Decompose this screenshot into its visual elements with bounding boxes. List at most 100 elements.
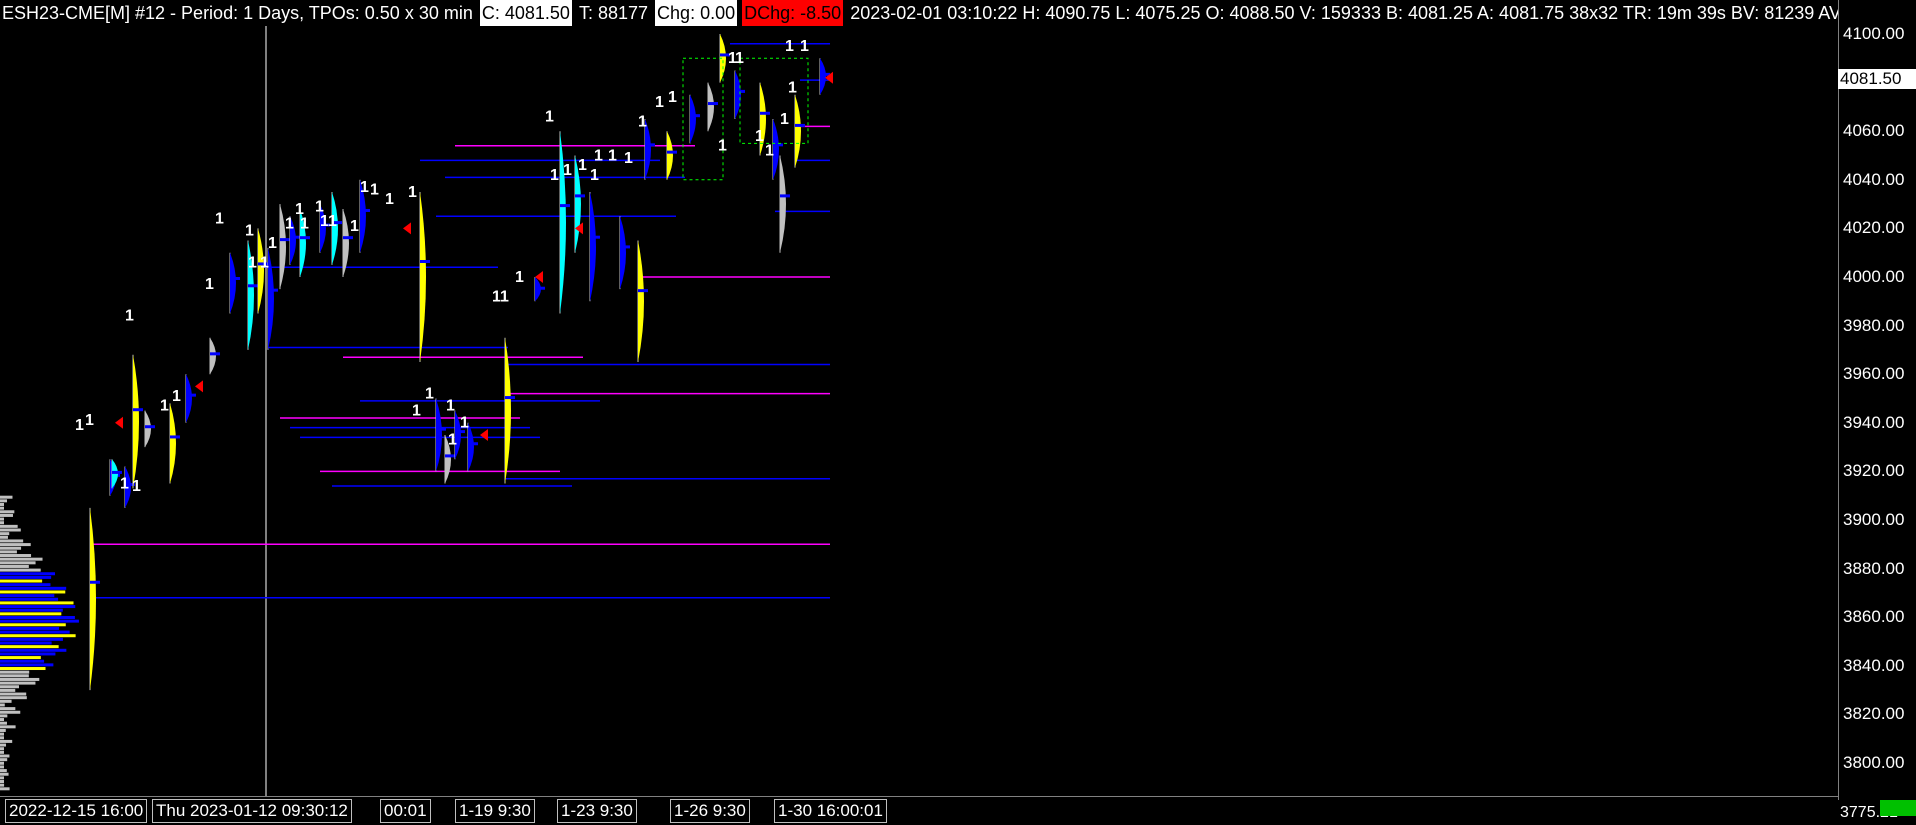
- tpo-marker: 1: [160, 398, 169, 415]
- price-tick-label: 3860.00: [1843, 607, 1905, 627]
- composite-profile-bar: [0, 510, 15, 514]
- tpo-marker: 1: [638, 113, 647, 130]
- price-axis[interactable]: 4100.004080.004060.004040.004020.004000.…: [1838, 0, 1916, 800]
- session-poc: [170, 435, 180, 439]
- composite-profile-bar: [0, 718, 4, 722]
- composite-profile-bar: [0, 546, 22, 550]
- composite-profile-bar: [0, 652, 56, 656]
- composite-profile-bar: [0, 765, 4, 769]
- price-tick-label: 4020.00: [1843, 218, 1905, 238]
- current-price-label: 4081.50: [1838, 68, 1916, 89]
- tpo-marker: 1: [300, 215, 309, 232]
- composite-profile-bar: [0, 539, 24, 543]
- composite-profile-bar: [0, 597, 59, 601]
- composite-profile-bar: [0, 667, 46, 671]
- price-tick-label: 3880.00: [1843, 558, 1905, 578]
- session-poc: [667, 150, 677, 154]
- tpo-marker: 1: [315, 198, 324, 215]
- composite-profile-bar: [0, 623, 66, 627]
- session-profile: [708, 82, 714, 132]
- composite-profile-bar: [0, 495, 13, 499]
- composite-profile-bar: [0, 506, 4, 510]
- session-poc: [112, 470, 122, 474]
- session-poc: [645, 143, 655, 147]
- composite-profile-bar: [0, 707, 16, 711]
- session-poc: [445, 454, 455, 458]
- composite-profile-bar: [0, 499, 7, 503]
- price-tick-label: 3960.00: [1843, 364, 1905, 384]
- tpo-marker: 1: [624, 150, 633, 167]
- composite-profile-bar: [0, 710, 21, 714]
- tpo-marker: 1: [735, 50, 744, 67]
- tpo-marker: 1: [268, 235, 277, 252]
- tpo-marker: 1: [360, 179, 369, 196]
- tpo-marker: 1: [205, 276, 214, 293]
- tpo-marker: 1: [248, 254, 257, 271]
- session-profile: [590, 191, 596, 302]
- composite-profile-bar: [0, 554, 32, 558]
- composite-profile-bar: [0, 564, 29, 568]
- composite-profile-bar: [0, 645, 59, 649]
- session-profile: [638, 240, 644, 363]
- composite-profile-bar: [0, 579, 43, 583]
- composite-profile-bar: [0, 692, 27, 696]
- session-profile: [620, 216, 626, 290]
- price-tick-label: 3940.00: [1843, 412, 1905, 432]
- tpo-marker: 1: [370, 181, 379, 198]
- composite-profile-bar: [0, 612, 62, 616]
- time-axis[interactable]: 2022-12-15 16:00 Thu 2023-01-12 09:30:12…: [0, 796, 1838, 825]
- composite-profile-bar: [0, 674, 29, 678]
- scale-indicator: [1880, 800, 1916, 816]
- composite-profile-bar: [0, 502, 4, 506]
- tpo-chart-area[interactable]: 1 11 11111111 11111 111 11 11 111 1111 1111 1 111 1 1…: [0, 0, 1838, 796]
- price-tick-label: 3980.00: [1843, 315, 1905, 335]
- tpo-marker: 1: [446, 398, 455, 415]
- tpo-marker: 1: [448, 432, 457, 449]
- composite-profile-bar: [0, 626, 60, 630]
- session-profile: [186, 374, 192, 423]
- tpo-marker: 1: [172, 388, 181, 405]
- session-profile: [780, 155, 786, 253]
- time-label: 1-19 9:30: [455, 799, 535, 823]
- composite-profile-bar: [0, 754, 10, 758]
- time-label: 2022-12-15 16:00: [5, 799, 148, 823]
- composite-profile-bar: [0, 594, 55, 598]
- composite-profile-bar: [0, 714, 8, 718]
- tpo-marker: 1: [85, 412, 94, 429]
- composite-profile-bar: [0, 634, 76, 638]
- composite-profile-bar: [0, 513, 13, 517]
- price-tick-label: 3800.00: [1843, 753, 1905, 772]
- composite-profile-bar: [0, 780, 4, 784]
- tpo-marker: 1: [515, 269, 524, 286]
- composite-profile-bar: [0, 772, 9, 776]
- composite-profile-bar: [0, 572, 56, 576]
- composite-profile-bar: [0, 739, 13, 743]
- composite-profile-bar: [0, 787, 10, 791]
- tpo-marker: 1: [755, 128, 764, 145]
- time-label: 1-23 9:30: [557, 799, 637, 823]
- tpo-marker: 1: [500, 288, 509, 305]
- value-area-box: [682, 57, 724, 181]
- tpo-marker: 1: [578, 157, 587, 174]
- session-profile: [420, 191, 426, 363]
- composite-profile-bar: [0, 685, 19, 689]
- tpo-marker: 1: [668, 89, 677, 106]
- tpo-marker: 1: [550, 167, 559, 184]
- composite-profile-bar: [0, 630, 70, 634]
- composite-profile-bar: [0, 648, 67, 652]
- session-profile: [667, 131, 673, 180]
- tpo-marker: 1: [460, 415, 469, 432]
- composite-profile-bar: [0, 605, 76, 609]
- session-profile: [170, 403, 176, 484]
- composite-profile-bar: [0, 528, 21, 532]
- composite-profile-bar: [0, 776, 4, 780]
- session-poc: [535, 286, 545, 290]
- session-poc: [780, 194, 790, 198]
- composite-profile-bar: [0, 524, 18, 528]
- time-label: 00:01: [380, 799, 431, 823]
- tpo-marker: 1: [408, 184, 417, 201]
- session-poc: [436, 427, 446, 431]
- session-poc: [620, 245, 630, 249]
- session-poc: [690, 114, 700, 118]
- tpo-marker: 1: [425, 386, 434, 403]
